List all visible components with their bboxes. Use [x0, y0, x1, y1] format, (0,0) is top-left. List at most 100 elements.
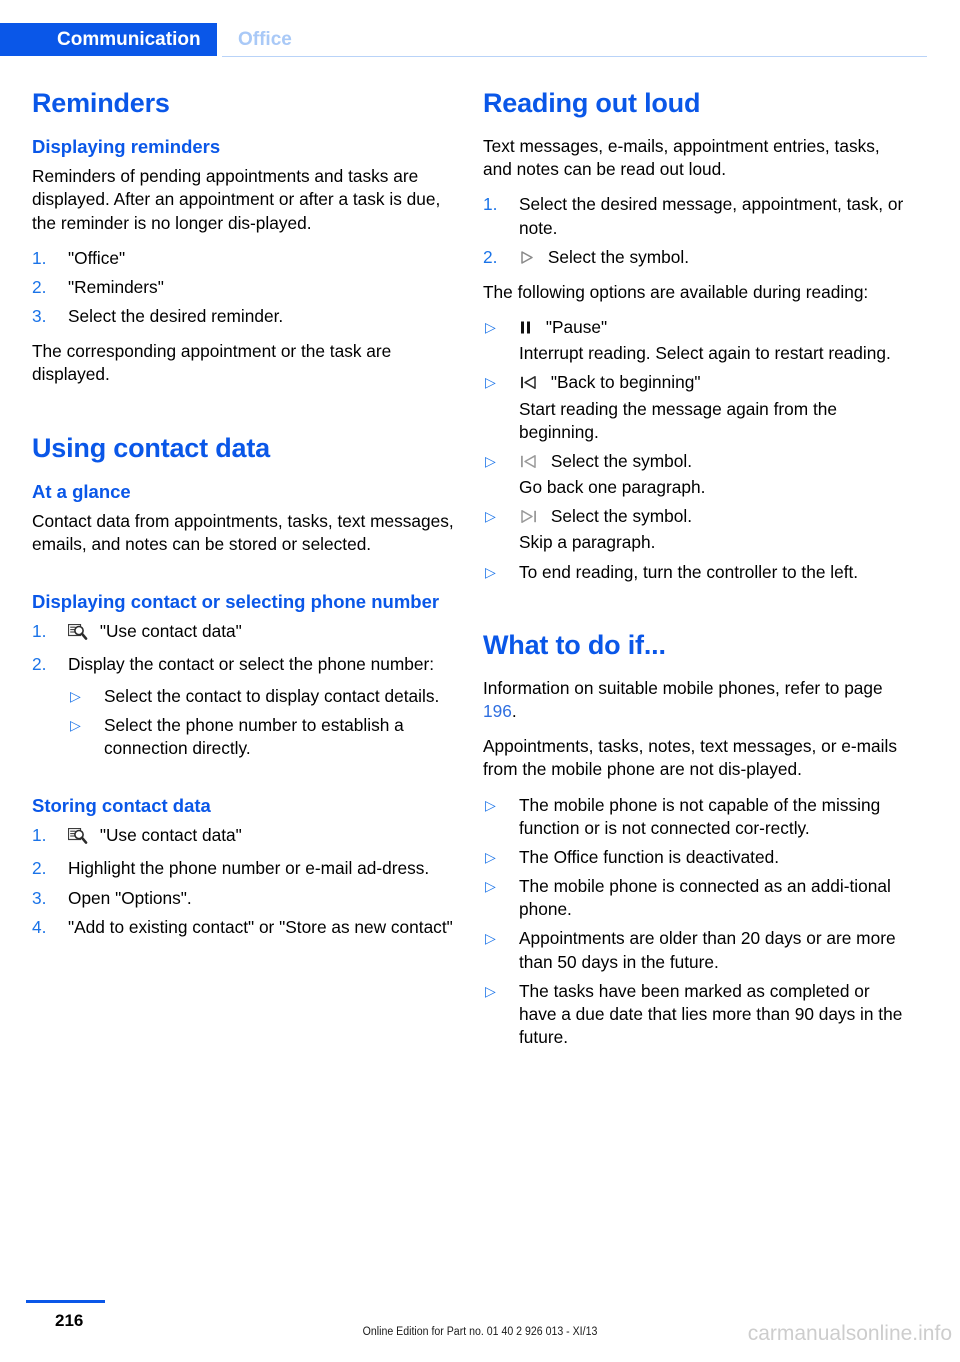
- list-text: "Pause": [545, 317, 608, 338]
- list-item: ▷ The tasks have been marked as complete…: [483, 980, 907, 1050]
- tab-office[interactable]: Office: [238, 23, 292, 56]
- list-item: ▷ Select the symbol. Skip a paragraph.: [483, 505, 907, 554]
- triangle-bullet-icon: ▷: [485, 319, 496, 336]
- subheading-storing-contact-data: Storing contact data: [32, 795, 211, 817]
- triangle-bullet-icon: ▷: [485, 374, 496, 391]
- reminders-outro-text: The corresponding appointment or the tas…: [32, 341, 392, 385]
- at-a-glance-text: Contact data from appointments, tasks, t…: [32, 510, 454, 554]
- contact-search-icon: [67, 624, 88, 647]
- subheading-at-a-glance: At a glance: [32, 480, 131, 502]
- list-number: 1.: [32, 621, 47, 642]
- list-text: "Use contact data": [99, 621, 242, 642]
- list-item: ▷ Select the symbol. Go back one paragra…: [483, 450, 907, 499]
- list-text: "Back to beginning": [550, 372, 701, 393]
- reminders-intro-text: Reminders of pending appointments and ta…: [32, 166, 441, 233]
- reading-options-intro: The following options are available duri…: [483, 281, 869, 302]
- list-text: "Use contact data": [99, 825, 242, 846]
- list-number: 2.: [32, 654, 47, 675]
- triangle-bullet-icon: ▷: [485, 508, 496, 525]
- list-text: Select the symbol.: [550, 506, 693, 527]
- paragraph-post-text: .: [511, 701, 517, 722]
- list-text: Select the desired message, appointment,…: [519, 194, 904, 238]
- right-column: Reading out loud Text messages, e-mails,…: [483, 88, 907, 1061]
- page-footer: 216 Online Edition for Part no. 01 40 2 …: [0, 1286, 960, 1362]
- header-divider: [222, 56, 927, 57]
- displaying-contact-sub-bullets: ▷ Select the contact to display contact …: [68, 685, 456, 761]
- triangle-bullet-icon: ▷: [485, 796, 496, 813]
- list-item: 1. "Use contact data": [32, 620, 456, 647]
- page-reference-link[interactable]: 196: [483, 701, 512, 721]
- list-text: "Reminders": [68, 276, 164, 297]
- list-number: 1.: [32, 247, 47, 268]
- list-number: 2.: [483, 246, 498, 267]
- list-item: 2. Display the contact or select the pho…: [32, 653, 456, 760]
- list-item: 3. Open "Options".: [32, 887, 456, 910]
- list-item: ▷ Select the phone number to establish a…: [68, 714, 456, 760]
- paragraph-pre-text: Information on suitable mobile phones, r…: [483, 677, 883, 698]
- list-item: ▷ "Back to beginning" Start reading the …: [483, 371, 907, 444]
- list-text: Appointments are older than 20 days or a…: [519, 928, 896, 972]
- skip-start-icon: [519, 375, 538, 390]
- reading-out-loud-intro: Text messages, e-mails, appointment entr…: [483, 136, 880, 180]
- displaying-contact-steps-list: 1. "Use contact data" 2. Display the con…: [32, 620, 456, 760]
- list-text: Select the phone number to establish a c…: [104, 714, 404, 758]
- list-item: 3. Select the desired reminder.: [32, 305, 456, 328]
- triangle-bullet-icon: ▷: [485, 982, 496, 999]
- previous-icon: [519, 454, 538, 469]
- triangle-bullet-icon: ▷: [70, 687, 81, 704]
- list-number: 2.: [32, 858, 47, 879]
- page-header: Communication Office: [0, 0, 960, 64]
- section-title-reading-out-loud: Reading out loud: [483, 88, 701, 118]
- option-note: Go back one paragraph.: [519, 477, 706, 498]
- option-note: Start reading the message again from the…: [519, 398, 837, 442]
- list-text: Highlight the phone number or e-mail ad-…: [68, 858, 430, 879]
- list-text: Display the contact or select the phone …: [68, 654, 434, 675]
- list-item: ▷ The mobile phone is not capable of the…: [483, 794, 907, 840]
- next-icon: [519, 509, 538, 524]
- triangle-bullet-icon: ▷: [485, 452, 496, 469]
- list-item: 2. "Reminders": [32, 276, 456, 299]
- triangle-bullet-icon: ▷: [70, 716, 81, 733]
- list-item: ▷ To end reading, turn the controller to…: [483, 561, 907, 584]
- list-number: 3.: [32, 306, 47, 327]
- list-number: 2.: [32, 276, 47, 297]
- triangle-bullet-icon: ▷: [485, 848, 496, 865]
- list-item: 1. Select the desired message, appointme…: [483, 193, 907, 239]
- list-item: ▷ The mobile phone is connected as an ad…: [483, 875, 907, 921]
- reading-steps-list: 1. Select the desired message, appointme…: [483, 193, 907, 269]
- option-note: Skip a paragraph.: [519, 532, 656, 553]
- list-text: "Office": [68, 247, 126, 268]
- footer-divider: [26, 1300, 105, 1303]
- reading-options-list: ▷ "Pause" Interrupt reading. Select agai…: [483, 316, 907, 584]
- list-number: 3.: [32, 887, 47, 908]
- what-to-do-if-paragraph-1: Information on suitable mobile phones, r…: [483, 677, 907, 723]
- what-to-do-if-bullets: ▷ The mobile phone is not capable of the…: [483, 794, 907, 1050]
- list-text: Select the desired reminder.: [68, 306, 284, 327]
- tab-communication[interactable]: Communication: [0, 23, 217, 56]
- list-text: The mobile phone is connected as an addi…: [519, 876, 891, 920]
- reminders-steps-list: 1. "Office" 2. "Reminders" 3. Select the…: [32, 247, 456, 329]
- section-title-what-to-do-if: What to do if...: [483, 629, 666, 660]
- list-item: 1. "Use contact data": [32, 824, 456, 851]
- section-title-reminders: Reminders: [32, 88, 170, 118]
- list-item: 1. "Office": [32, 247, 456, 270]
- list-text: The mobile phone is not capable of the m…: [519, 794, 881, 838]
- list-item: 4. "Add to existing contact" or "Store a…: [32, 916, 456, 939]
- list-number: 4.: [32, 916, 47, 937]
- storing-contact-steps-list: 1. "Use contact data" 2. Highlight the p…: [32, 824, 456, 939]
- left-column: Reminders Displaying reminders Reminders…: [32, 88, 456, 951]
- list-number: 1.: [32, 825, 47, 846]
- list-text: Select the contact to display contact de…: [104, 685, 440, 706]
- list-item: ▷ The Office function is deactivated.: [483, 846, 907, 869]
- triangle-bullet-icon: ▷: [485, 930, 496, 947]
- site-watermark: carmanualsonline.info: [747, 1322, 952, 1345]
- list-text: The Office function is deactivated.: [519, 846, 780, 867]
- list-item: ▷ "Pause" Interrupt reading. Select agai…: [483, 316, 907, 365]
- option-note: Interrupt reading. Select again to resta…: [519, 343, 891, 364]
- list-item: 2. Select the symbol.: [483, 246, 907, 269]
- list-item: ▷ Appointments are older than 20 days or…: [483, 927, 907, 973]
